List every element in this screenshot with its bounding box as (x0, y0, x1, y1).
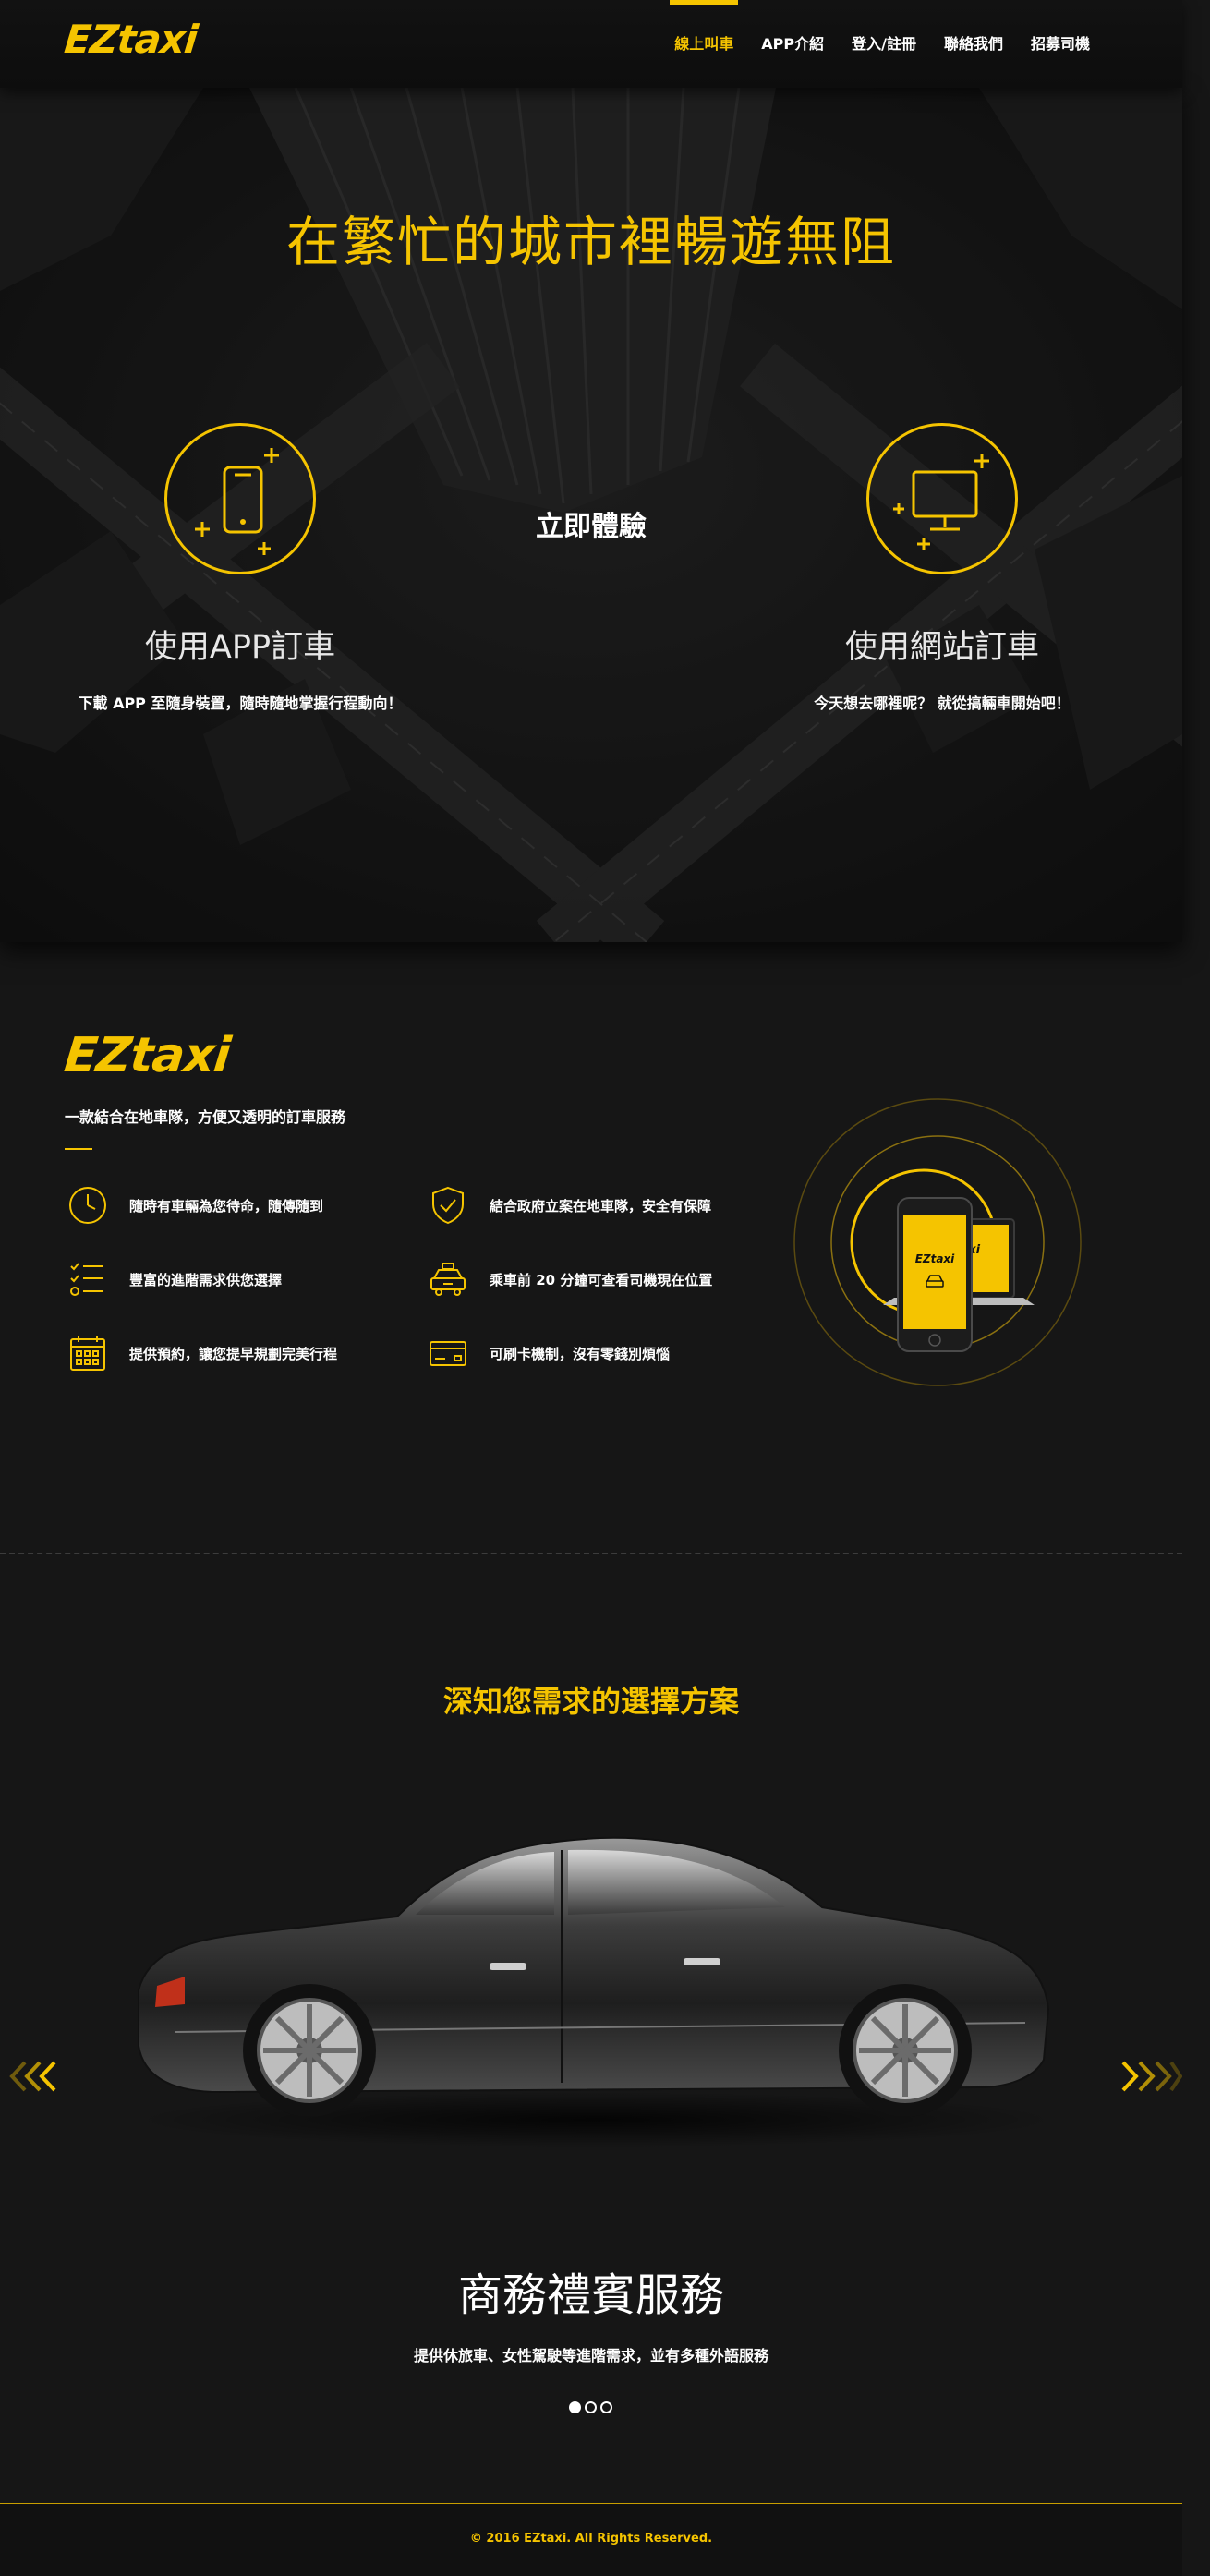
shield-check-icon (432, 1186, 464, 1225)
footer: © 2016 EZtaxi. All Rights Reserved. (0, 2504, 1182, 2576)
feature-text: 結合政府立案在地車隊，安全有保障 (490, 1197, 712, 1215)
slide-desc: 提供休旅車、女性駕駛等進階需求，並有多種外語服務 (413, 2347, 768, 2364)
feature-text: 提供預約，讓您提早規劃完美行程 (129, 1345, 338, 1362)
about-logo: EZtaxi (61, 1028, 233, 1083)
next-slide-chevron-icon[interactable] (1118, 2058, 1182, 2095)
feature-item: 結合政府立案在地車隊，安全有保障 (427, 1182, 711, 1228)
nav-item-app-intro[interactable]: APP介紹 (747, 0, 838, 88)
slide-dot-2[interactable] (585, 2401, 597, 2413)
app-booking-title[interactable]: 使用APP訂車 (46, 621, 434, 668)
devices-illustration: EZtaxi EZtaxi (793, 1098, 1082, 1386)
app-booking-desc: 下載 APP 至隨身裝置，隨時隨地掌握行程動向！ (78, 695, 403, 712)
credit-card-icon (430, 1341, 466, 1366)
feature-text: 隨時有車輛為您待命，隨傳隨到 (129, 1197, 324, 1215)
nav-item-login-register[interactable]: 登入/註冊 (838, 0, 930, 88)
web-booking-desc: 今天想去哪裡呢？ 就從搞輛車開始吧！ (814, 695, 1071, 712)
copyright-text: © 2016 EZtaxi. All Rights Reserved. (469, 2532, 713, 2546)
nav-item-contact[interactable]: 聯絡我們 (930, 0, 1017, 88)
feature-text: 可刷卡機制，沒有零錢別煩惱 (490, 1345, 671, 1362)
about-tagline: 一款結合在地車隊，方便又透明的訂車服務 (65, 1108, 346, 1126)
web-booking-title[interactable]: 使用網站訂車 (748, 621, 1136, 668)
hero-section: 在繁忙的城市裡暢遊無阻 使用APP訂車 下載 APP 至隨身裝置，隨時隨地掌握行… (0, 88, 1182, 942)
monitor-icon (893, 454, 989, 550)
checklist-icon (70, 1263, 103, 1296)
clock-icon (69, 1187, 106, 1224)
feature-item: 豐富的進階需求供您選擇 (67, 1256, 282, 1302)
feature-text: 乘車前 20 分鐘可查看司機現在位置 (490, 1271, 713, 1288)
feature-item: 乘車前 20 分鐘可查看司機現在位置 (427, 1256, 712, 1302)
plans-title: 深知您需求的選擇方案 (442, 1684, 739, 1719)
feature-item: 可刷卡機制，沒有零錢別煩惱 (427, 1330, 670, 1376)
phone-logo: EZtaxi (915, 1252, 955, 1265)
nav-item-online-booking[interactable]: 線上叫車 (660, 0, 747, 88)
try-now-button[interactable]: 立即體驗 (499, 503, 684, 544)
sedan-car-image (134, 1836, 1058, 2147)
slide-dot-3[interactable] (600, 2401, 612, 2413)
web-booking-circle[interactable] (866, 423, 1018, 574)
phone-icon (195, 448, 279, 555)
feature-item: 隨時有車輛為您待命，隨傳隨到 (67, 1182, 323, 1228)
slide-pagination (569, 2401, 616, 2413)
hero-title: 在繁忙的城市裡暢遊無阻 (285, 211, 896, 273)
slide-title: 商務禮賓服務 (457, 2269, 724, 2321)
page: EZtaxi 線上叫車 APP介紹 登入/註冊 聯絡我們 招募司機 在繁忙的城市… (0, 0, 1210, 2576)
prev-slide-chevron-icon[interactable] (5, 2058, 60, 2095)
feature-item: 提供預約，讓您提早規劃完美行程 (67, 1330, 337, 1376)
brand-logo[interactable]: EZtaxi (62, 17, 199, 62)
nav-menu: 線上叫車 APP介紹 登入/註冊 聯絡我們 招募司機 (660, 0, 1104, 88)
top-nav: EZtaxi 線上叫車 APP介紹 登入/註冊 聯絡我們 招募司機 (0, 0, 1182, 88)
feature-text: 豐富的進階需求供您選擇 (129, 1271, 283, 1288)
slide-dot-1[interactable] (569, 2401, 581, 2413)
taxi-icon (430, 1263, 466, 1296)
nav-item-recruit-drivers[interactable]: 招募司機 (1017, 0, 1104, 88)
about-divider (65, 1148, 92, 1150)
calendar-icon (70, 1336, 105, 1371)
app-booking-circle[interactable] (164, 423, 316, 574)
section-divider (0, 1553, 1182, 1554)
